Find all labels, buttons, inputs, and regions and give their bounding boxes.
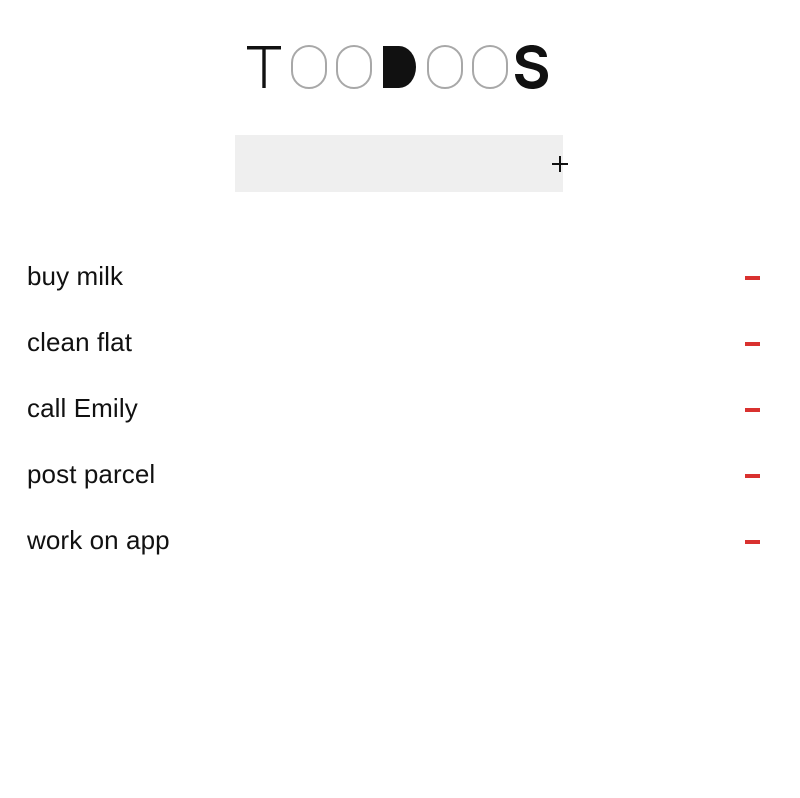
todo-item: call Emily [27,375,763,441]
remove-todo-button[interactable] [741,265,763,287]
logo-letter-s [515,45,548,89]
logo-wordmark [247,45,548,89]
todo-item: work on app [27,507,763,573]
plus-icon [552,155,568,172]
minus-icon [744,474,760,478]
logo-letter-o [291,45,327,89]
todo-label: buy milk [27,261,124,291]
logo-letter-d [383,46,416,88]
remove-todo-button[interactable] [741,463,763,485]
logo-letter-o [427,45,463,89]
minus-icon [744,408,760,412]
minus-icon [744,276,760,280]
todo-label: call Emily [27,393,138,423]
logo-letter-o [472,45,508,89]
add-todo-form [235,135,568,192]
minus-icon [744,540,760,544]
remove-todo-button[interactable] [741,397,763,419]
new-todo-input[interactable] [235,135,551,192]
remove-todo-button[interactable] [741,331,763,353]
add-todo-button[interactable] [551,135,569,192]
todo-list: buy milk clean flat call Emily post parc… [27,243,763,573]
app-logo [245,44,555,90]
logo-letter-o [336,45,372,89]
todo-item: post parcel [27,441,763,507]
todo-label: post parcel [27,459,156,489]
todo-label: work on app [27,525,170,555]
todo-item: clean flat [27,309,763,375]
todo-label: clean flat [27,327,133,357]
remove-todo-button[interactable] [741,529,763,551]
todo-item: buy milk [27,243,763,309]
minus-icon [744,342,760,346]
logo-letter-t [247,46,281,88]
